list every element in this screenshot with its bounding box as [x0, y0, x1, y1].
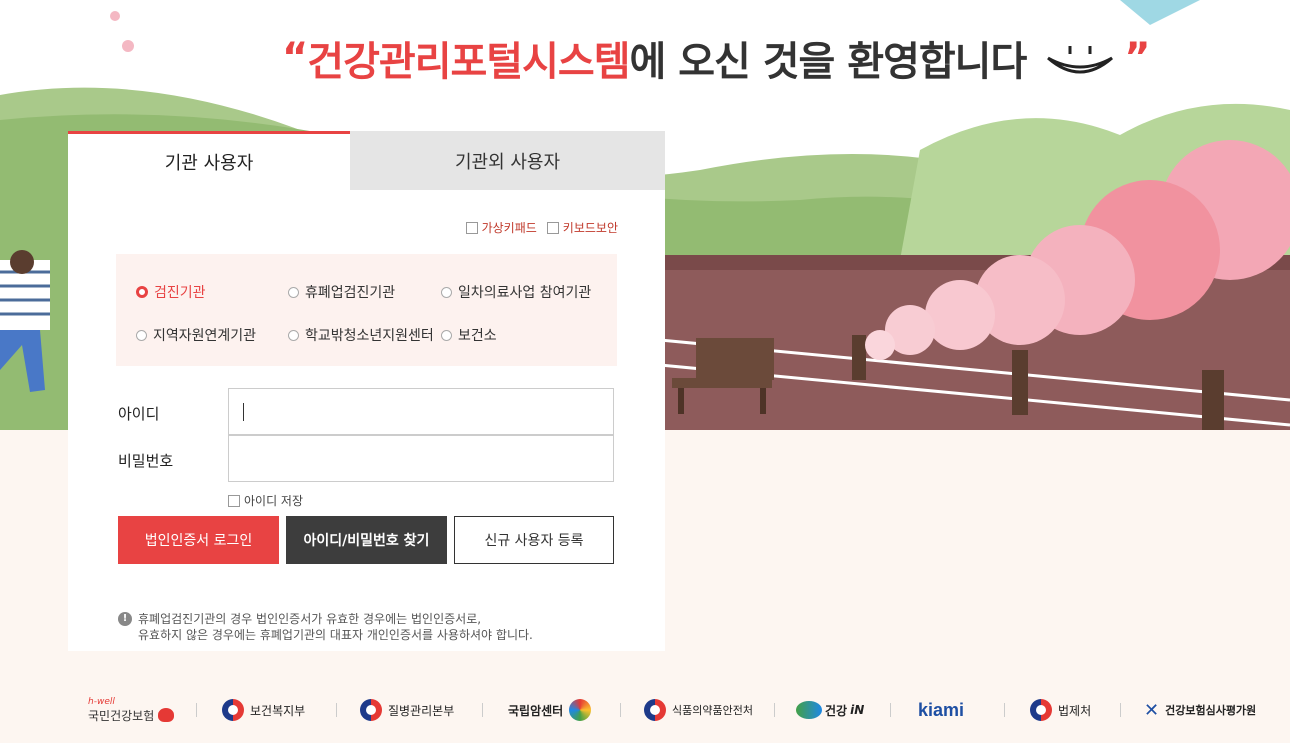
tab-institution-user[interactable]: 기관 사용자 [68, 131, 350, 190]
taegeuk-icon [360, 699, 382, 721]
ncc-name: 국립암센터 [508, 703, 564, 718]
mfds-name: 식품의약품안전처 [672, 704, 753, 717]
ncc-logo[interactable]: 국립암센터 [508, 690, 592, 730]
id-label: 아이디 [118, 405, 160, 423]
ncc-emblem-icon [569, 699, 592, 721]
radio-community-resource-institution[interactable]: 지역자원연계기관 [136, 325, 256, 345]
password-input[interactable] [228, 435, 614, 482]
login-card: 기관 사용자 기관외 사용자 가상키패드 키보드보안 검진기관 휴폐업검진기관 … [68, 131, 665, 651]
user-type-tabs: 기관 사용자 기관외 사용자 [68, 131, 665, 190]
radio-label: 보건소 [458, 328, 497, 344]
nhis-heart-icon [158, 708, 175, 722]
partner-logos: h-well 국민건강보험 보건복지부 질병관리본부 국립암센터 식품의약품안전… [0, 690, 1290, 730]
nhis-name: 국민건강보험 [88, 708, 155, 723]
health-in-icon [796, 701, 822, 719]
welcome-headline: “ 건강관리포털시스템 에 오신 것을 환영합니다 ” [282, 26, 1151, 90]
radio-dot [136, 286, 148, 298]
radio-dot [441, 329, 452, 341]
radio-dot [288, 329, 299, 341]
mfds-logo[interactable]: 식품의약품안전처 [644, 690, 753, 730]
tab-non-institution-user[interactable]: 기관외 사용자 [350, 131, 665, 190]
text-caret [243, 403, 244, 421]
hira-name: 건강보험심사평가원 [1165, 704, 1257, 717]
certificate-notice: ! 휴폐업검진기관의 경우 법인인증서가 유효한 경우에는 법인인증서로, 유효… [118, 611, 533, 643]
hira-logo[interactable]: ✕ 건강보험심사평가원 [1144, 690, 1256, 730]
nhis-logo[interactable]: h-well 국민건강보험 [88, 690, 175, 730]
checkbox-box [228, 494, 240, 507]
quote-close: ” [1124, 35, 1150, 81]
separator [1004, 703, 1005, 717]
kdca-name: 질병관리본부 [388, 703, 455, 718]
radio-label: 검진기관 [154, 285, 206, 301]
virtual-keypad-label: 가상키패드 [481, 221, 537, 235]
moleg-logo[interactable]: 법제처 [1030, 690, 1091, 730]
radio-dot [288, 286, 299, 298]
find-id-password-button[interactable]: 아이디/비밀번호 찾기 [286, 516, 447, 564]
mohw-logo[interactable]: 보건복지부 [222, 690, 305, 730]
save-id-label: 아이디 저장 [244, 494, 304, 508]
radio-public-health-center[interactable]: 보건소 [441, 325, 497, 345]
institution-type-selector: 검진기관 휴폐업검진기관 일차의료사업 참여기관 지역자원연계기관 학교밖청소년… [116, 254, 617, 366]
moleg-name: 법제처 [1058, 703, 1092, 718]
health-in-logo[interactable]: 건강 iN [796, 690, 864, 730]
taegeuk-icon [644, 699, 666, 721]
kiami-name: kiami [918, 699, 965, 720]
health-in-suffix: iN [850, 703, 865, 717]
taegeuk-icon [222, 699, 244, 721]
separator [1120, 703, 1121, 717]
radio-primary-care-institution[interactable]: 일차의료사업 참여기관 [441, 282, 591, 302]
radio-label: 일차의료사업 참여기관 [458, 285, 592, 301]
hira-icon: ✕ [1144, 699, 1160, 721]
security-options: 가상키패드 키보드보안 [465, 219, 618, 236]
system-name: 건강관리포털시스템 [307, 39, 630, 85]
health-in-prefix: 건강 [825, 703, 848, 718]
checkbox-box [546, 221, 559, 234]
separator [196, 703, 197, 717]
separator [482, 703, 483, 717]
notice-line-2: 유효하지 않은 경우에는 휴폐업기관의 대표자 개인인증서를 사용하셔야 합니다… [138, 628, 533, 642]
radio-youth-support-center[interactable]: 학교밖청소년지원센터 [288, 325, 434, 345]
separator [620, 703, 621, 717]
taegeuk-icon [1030, 699, 1052, 721]
quote-open: “ [282, 35, 308, 81]
info-icon: ! [118, 612, 132, 626]
separator [774, 703, 775, 717]
notice-line-1: 휴폐업검진기관의 경우 법인인증서가 유효한 경우에는 법인인증서로, [138, 612, 482, 626]
checkbox-box [465, 221, 478, 234]
separator [336, 703, 337, 717]
radio-label: 휴폐업검진기관 [305, 285, 396, 301]
welcome-text: 에 오신 것을 환영합니다 [629, 39, 1028, 85]
keyboard-security-checkbox[interactable]: 키보드보안 [546, 219, 618, 236]
save-id-checkbox[interactable]: 아이디 저장 [228, 492, 303, 509]
id-input[interactable] [228, 388, 614, 435]
radio-dot [441, 286, 452, 298]
mohw-name: 보건복지부 [250, 703, 306, 718]
smile-icon [1047, 46, 1114, 74]
kiami-logo[interactable]: kiami [918, 690, 964, 730]
register-button[interactable]: 신규 사용자 등록 [454, 516, 614, 564]
nhis-tagline: h-well [88, 696, 115, 707]
certificate-login-button[interactable]: 법인인증서 로그인 [118, 516, 279, 564]
keyboard-security-label: 키보드보안 [562, 221, 618, 235]
radio-dot [136, 329, 147, 341]
password-label: 비밀번호 [118, 452, 174, 470]
separator [890, 703, 891, 717]
virtual-keypad-checkbox[interactable]: 가상키패드 [465, 219, 537, 236]
radio-closed-checkup-institution[interactable]: 휴폐업검진기관 [288, 282, 395, 302]
radio-checkup-institution[interactable]: 검진기관 [136, 282, 206, 302]
radio-label: 학교밖청소년지원센터 [305, 328, 434, 344]
radio-label: 지역자원연계기관 [153, 328, 257, 344]
kdca-logo[interactable]: 질병관리본부 [360, 690, 454, 730]
